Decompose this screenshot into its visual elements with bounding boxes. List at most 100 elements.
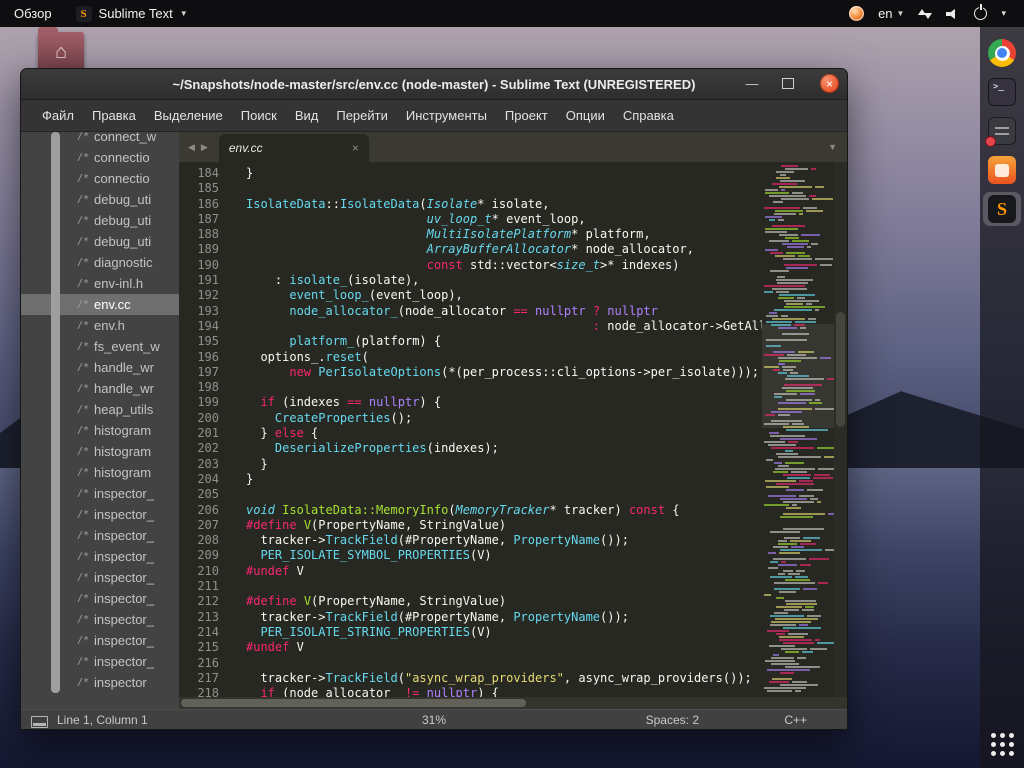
sidebar-file-inspector_[interactable]: /*inspector_ <box>21 483 179 504</box>
sidebar-file-connectio[interactable]: /*connectio <box>21 147 179 168</box>
minimap[interactable] <box>762 162 834 697</box>
code-line-215[interactable]: 215#undef V <box>179 640 762 655</box>
code-line-209[interactable]: 209 PER_ISOLATE_SYMBOL_PROPERTIES(V) <box>179 548 762 563</box>
code-line-211[interactable]: 211 <box>179 579 762 594</box>
code-line-213[interactable]: 213 tracker->TrackField(#PropertyName, P… <box>179 610 762 625</box>
tab-env-cc[interactable]: env.cc × <box>219 134 369 162</box>
sidebar-file-inspector_[interactable]: /*inspector_ <box>21 525 179 546</box>
menu-item-Инструменты[interactable]: Инструменты <box>397 100 496 131</box>
window-titlebar[interactable]: ~/Snapshots/node-master/src/env.cc (node… <box>21 69 847 100</box>
sidebar-file-inspector[interactable]: /*inspector <box>21 672 179 693</box>
code-line-188[interactable]: 188 MultiIsolatePlatform* platform, <box>179 227 762 242</box>
horizontal-scrollbar[interactable] <box>179 697 847 709</box>
tab-scroll-right-icon[interactable]: ▶ <box>198 142 211 153</box>
code-line-189[interactable]: 189 ArrayBufferAllocator* node_allocator… <box>179 242 762 257</box>
code-line-204[interactable]: 204} <box>179 472 762 487</box>
sidebar-file-handle_wr[interactable]: /*handle_wr <box>21 378 179 399</box>
code-line-195[interactable]: 195 platform_(platform) { <box>179 334 762 349</box>
indentation-setting[interactable]: Spaces: 2 <box>646 713 699 727</box>
maximize-button[interactable] <box>775 69 801 97</box>
keyboard-layout-indicator[interactable]: en ▼ <box>878 6 904 21</box>
horizontal-scrollbar-thumb[interactable] <box>181 699 526 707</box>
sidebar-file-inspector_[interactable]: /*inspector_ <box>21 651 179 672</box>
sidebar-file-connectio[interactable]: /*connectio <box>21 168 179 189</box>
sidebar-file-env.cc[interactable]: /*env.cc <box>21 294 179 315</box>
sidebar-file-connect_w[interactable]: /*connect_w <box>21 132 179 147</box>
code-line-203[interactable]: 203 } <box>179 457 762 472</box>
code-line-217[interactable]: 217 tracker->TrackField("async_wrap_prov… <box>179 671 762 686</box>
menu-item-Вид[interactable]: Вид <box>286 100 328 131</box>
code-line-199[interactable]: 199 if (indexes == nullptr) { <box>179 395 762 410</box>
code-line-185[interactable]: 185 <box>179 181 762 196</box>
sidebar-file-inspector_[interactable]: /*inspector_ <box>21 609 179 630</box>
code-line-194[interactable]: 194 : node_allocator->GetAllocator()), <box>179 319 762 334</box>
focused-app-menu[interactable]: S Sublime Text ▼ <box>66 0 198 27</box>
code-line-210[interactable]: 210#undef V <box>179 564 762 579</box>
tab-close-icon[interactable]: × <box>352 141 359 155</box>
close-button[interactable]: × <box>820 74 839 93</box>
code-line-205[interactable]: 205 <box>179 487 762 502</box>
code-line-201[interactable]: 201 } else { <box>179 426 762 441</box>
sidebar-file-handle_wr[interactable]: /*handle_wr <box>21 357 179 378</box>
dock-chrome[interactable] <box>983 36 1021 70</box>
sidebar-file-inspector_[interactable]: /*inspector_ <box>21 567 179 588</box>
code-line-197[interactable]: 197 new PerIsolateOptions(*(per_process:… <box>179 365 762 380</box>
dock-text-editor[interactable] <box>983 114 1021 148</box>
dock-terminal[interactable]: >_ <box>983 75 1021 109</box>
code-line-206[interactable]: 206void IsolateData::MemoryInfo(MemoryTr… <box>179 503 762 518</box>
menu-item-Поиск[interactable]: Поиск <box>232 100 286 131</box>
code-line-186[interactable]: 186IsolateData::IsolateData(Isolate* iso… <box>179 197 762 212</box>
menu-item-Файл[interactable]: Файл <box>33 100 83 131</box>
home-folder-icon[interactable]: ⌂ <box>38 32 84 72</box>
menu-item-Справка[interactable]: Справка <box>614 100 683 131</box>
code-line-184[interactable]: 184} <box>179 166 762 181</box>
code-line-208[interactable]: 208 tracker->TrackField(#PropertyName, P… <box>179 533 762 548</box>
activities-button[interactable]: Обзор <box>0 0 66 27</box>
tab-overflow-icon[interactable]: ▼ <box>828 132 837 162</box>
sidebar-file-fs_event_w[interactable]: /*fs_event_w <box>21 336 179 357</box>
sidebar-file-histogram[interactable]: /*histogram <box>21 420 179 441</box>
dock-sublime-text[interactable]: S <box>983 192 1021 226</box>
sidebar-file-histogram[interactable]: /*histogram <box>21 441 179 462</box>
sidebar-file-debug_uti[interactable]: /*debug_uti <box>21 231 179 252</box>
chevron-down-icon[interactable]: ▾ <box>1001 8 1006 19</box>
code-line-200[interactable]: 200 CreateProperties(); <box>179 411 762 426</box>
sidebar-scrollbar[interactable] <box>51 132 60 693</box>
volume-icon[interactable] <box>946 8 960 20</box>
code-line-193[interactable]: 193 node_allocator_(node_allocator == nu… <box>179 304 762 319</box>
code-line-218[interactable]: 218 if (node_allocator_ != nullptr) { <box>179 686 762 697</box>
minimize-button[interactable]: — <box>739 69 765 97</box>
code-line-192[interactable]: 192 event_loop_(event_loop), <box>179 288 762 303</box>
sidebar-file-inspector_[interactable]: /*inspector_ <box>21 546 179 567</box>
code-line-196[interactable]: 196 options_.reset( <box>179 350 762 365</box>
code-line-187[interactable]: 187 uv_loop_t* event_loop, <box>179 212 762 227</box>
tab-scroll-left-icon[interactable]: ◀ <box>185 142 198 153</box>
sidebar-file-histogram[interactable]: /*histogram <box>21 462 179 483</box>
code-line-207[interactable]: 207#define V(PropertyName, StringValue) <box>179 518 762 533</box>
menu-item-Проект[interactable]: Проект <box>496 100 557 131</box>
sidebar-file-debug_uti[interactable]: /*debug_uti <box>21 189 179 210</box>
network-icon[interactable] <box>918 8 932 20</box>
sidebar-file-heap_utils[interactable]: /*heap_utils <box>21 399 179 420</box>
panel-toggle-icon[interactable] <box>31 716 48 728</box>
code-line-212[interactable]: 212#define V(PropertyName, StringValue) <box>179 594 762 609</box>
sidebar-file-inspector_[interactable]: /*inspector_ <box>21 588 179 609</box>
menu-item-Правка[interactable]: Правка <box>83 100 145 131</box>
code-line-191[interactable]: 191 : isolate_(isolate), <box>179 273 762 288</box>
code-line-202[interactable]: 202 DeserializeProperties(indexes); <box>179 441 762 456</box>
code-area[interactable]: 184}185186IsolateData::IsolateData(Isola… <box>179 162 847 697</box>
dock-ubuntu-software[interactable] <box>983 153 1021 187</box>
syntax-setting[interactable]: C++ <box>784 713 807 727</box>
code-line-214[interactable]: 214 PER_ISOLATE_STRING_PROPERTIES(V) <box>179 625 762 640</box>
power-icon[interactable] <box>974 7 987 20</box>
code-line-198[interactable]: 198 <box>179 380 762 395</box>
code-line-216[interactable]: 216 <box>179 656 762 671</box>
menu-item-Выделение[interactable]: Выделение <box>145 100 232 131</box>
sidebar-file-env.h[interactable]: /*env.h <box>21 315 179 336</box>
tray-app-icon[interactable] <box>849 6 864 21</box>
show-apps-button[interactable] <box>983 727 1021 761</box>
code-line-190[interactable]: 190 const std::vector<size_t>* indexes) <box>179 258 762 273</box>
sidebar-file-inspector_[interactable]: /*inspector_ <box>21 630 179 651</box>
vertical-scrollbar[interactable] <box>834 162 847 697</box>
menu-item-Перейти[interactable]: Перейти <box>327 100 397 131</box>
